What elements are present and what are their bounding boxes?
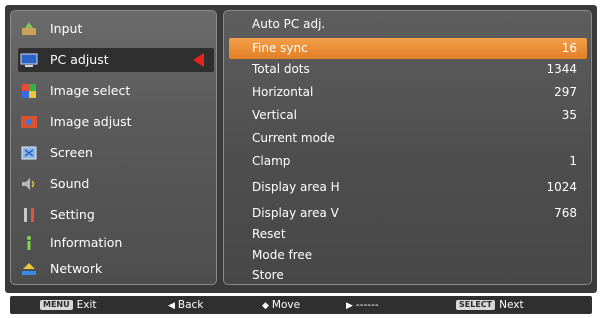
information-icon <box>20 234 38 252</box>
back-hint[interactable]: ◀ Back <box>168 296 203 315</box>
row-vertical[interactable]: Vertical 35 <box>229 105 587 126</box>
row-label: Clamp <box>252 154 291 168</box>
row-label: Vertical <box>252 108 297 122</box>
row-total-dots[interactable]: Total dots 1344 <box>229 59 587 80</box>
setting-icon <box>20 206 38 224</box>
menu-item-label: Image select <box>50 83 131 98</box>
pc-adjust-submenu-panel: Auto PC adj. Fine sync 16 Total dots 134… <box>223 10 592 285</box>
next-label: Next <box>499 299 524 311</box>
menu-item-label: Setting <box>50 207 95 222</box>
menu-item-label: Input <box>50 21 83 36</box>
menu-item-information[interactable]: Information <box>18 231 214 255</box>
row-label: Current mode <box>252 131 335 145</box>
forward-hint[interactable]: ▶ ------ <box>346 296 379 315</box>
menu-key-icon: MENU <box>40 300 73 310</box>
menu-item-pc-adjust[interactable]: PC adjust <box>18 48 214 72</box>
menu-item-input[interactable]: Input <box>18 17 214 41</box>
row-clamp[interactable]: Clamp 1 <box>229 151 587 172</box>
next-hint[interactable]: SELECT Next <box>456 296 524 314</box>
row-auto-pc-adj[interactable]: Auto PC adj. <box>229 14 587 35</box>
row-label: Mode free <box>252 248 313 262</box>
menu-item-sound[interactable]: Sound <box>18 172 214 196</box>
forward-label: ------ <box>355 299 379 311</box>
image-adjust-icon <box>20 113 38 131</box>
menu-item-label: Screen <box>50 145 93 160</box>
menu-item-label: Information <box>50 235 123 250</box>
row-label: Auto PC adj. <box>252 17 326 31</box>
menu-item-image-adjust[interactable]: Image adjust <box>18 110 214 134</box>
selection-pointer-icon <box>193 53 204 67</box>
row-value: 35 <box>561 108 577 122</box>
menu-item-label: Network <box>50 261 103 276</box>
row-display-area-h[interactable]: Display area H 1024 <box>229 177 587 198</box>
row-value: 1024 <box>546 180 577 194</box>
menu-item-screen[interactable]: Screen <box>18 141 214 165</box>
network-icon <box>20 260 38 278</box>
exit-label: Exit <box>76 299 97 311</box>
right-arrow-icon: ▶ <box>346 301 353 311</box>
row-value: 768 <box>554 206 577 220</box>
row-horizontal[interactable]: Horizontal 297 <box>229 82 587 103</box>
row-store[interactable]: Store <box>229 265 587 286</box>
row-value: 1344 <box>546 62 577 76</box>
row-label: Total dots <box>252 62 310 76</box>
menu-item-label: Image adjust <box>50 114 132 129</box>
move-label: Move <box>271 299 301 311</box>
sound-icon <box>20 175 38 193</box>
row-mode-free[interactable]: Mode free <box>229 245 587 266</box>
row-label: Store <box>252 268 284 282</box>
main-menu-panel: Input PC adjust Image select Image adjus… <box>10 10 217 285</box>
row-label: Display area V <box>252 206 339 220</box>
row-reset[interactable]: Reset <box>229 224 587 245</box>
row-display-area-v[interactable]: Display area V 768 <box>229 203 587 224</box>
key-guide-bar: MENU Exit ◀ Back ◆ Move ▶ ------ SELECT Next <box>10 296 592 314</box>
row-value: 1 <box>569 154 577 168</box>
move-hint[interactable]: ◆ Move <box>262 296 300 315</box>
back-label: Back <box>177 299 204 311</box>
row-label: Fine sync <box>252 41 308 55</box>
row-value: 297 <box>554 85 577 99</box>
pc-adjust-icon <box>20 51 38 69</box>
row-current-mode[interactable]: Current mode <box>229 128 587 149</box>
move-arrows-icon: ◆ <box>262 301 269 311</box>
menu-item-label: Sound <box>50 176 90 191</box>
row-value: 16 <box>561 41 577 55</box>
row-label: Display area H <box>252 180 340 194</box>
menu-item-setting[interactable]: Setting <box>18 203 214 227</box>
row-label: Horizontal <box>252 85 314 99</box>
select-key-icon: SELECT <box>456 300 496 310</box>
row-fine-sync[interactable]: Fine sync 16 <box>229 38 587 59</box>
image-select-icon <box>20 82 38 100</box>
menu-item-image-select[interactable]: Image select <box>18 79 214 103</box>
menu-item-network[interactable]: Network <box>18 257 214 281</box>
projector-osd: Input PC adjust Image select Image adjus… <box>0 0 602 318</box>
row-label: Reset <box>252 227 286 241</box>
screen-icon <box>20 144 38 162</box>
menu-item-label: PC adjust <box>50 52 109 67</box>
exit-hint[interactable]: MENU Exit <box>40 296 97 314</box>
input-icon <box>20 20 38 38</box>
left-arrow-icon: ◀ <box>168 301 175 311</box>
